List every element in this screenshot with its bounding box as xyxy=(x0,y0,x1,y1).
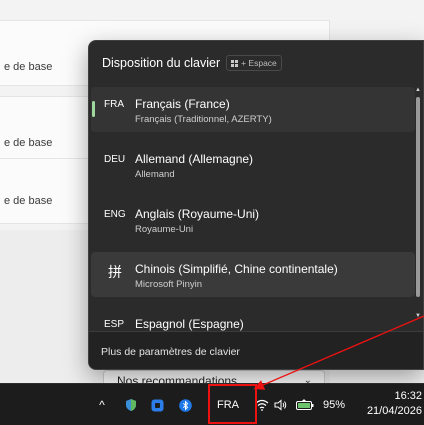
annotation-highlight-box xyxy=(208,384,257,424)
language-item-eng[interactable]: ENG Anglais (Royaume-Uni) Royaume-Uni xyxy=(91,197,415,242)
language-name: Chinois (Simplifié, Chine continentale) xyxy=(135,262,338,276)
language-layout: Allemand xyxy=(135,169,175,180)
selection-indicator xyxy=(92,101,95,117)
language-name: Français (France) xyxy=(135,97,230,111)
card-label: e de base xyxy=(4,61,53,73)
app-tray-icon[interactable] xyxy=(148,384,166,425)
keyboard-layout-flyout: Disposition du clavier + Espace FRA Fran… xyxy=(88,40,424,370)
battery-percentage: 95% xyxy=(318,384,350,425)
language-code: DEU xyxy=(104,154,126,165)
language-item-fra[interactable]: FRA Français (France) Français (Traditio… xyxy=(91,87,415,132)
card-label: e de base xyxy=(4,195,53,207)
volume-icon[interactable] xyxy=(271,384,291,425)
windows-key-icon xyxy=(231,59,239,67)
flyout-header: Disposition du clavier + Espace xyxy=(89,41,423,85)
language-code: FRA xyxy=(104,99,124,110)
show-hidden-icons-button[interactable]: ^ xyxy=(92,384,112,425)
shortcut-hint: + Espace xyxy=(226,55,282,71)
language-name: Anglais (Royaume-Uni) xyxy=(135,207,260,221)
card-label: e de base xyxy=(4,137,53,149)
scroll-thumb[interactable] xyxy=(416,97,420,297)
scroll-down-arrow-icon[interactable]: ▼ xyxy=(415,313,421,319)
shortcut-text: + Espace xyxy=(241,58,277,68)
language-item-deu[interactable]: DEU Allemand (Allemagne) Allemand xyxy=(91,142,415,187)
scroll-up-arrow-icon[interactable]: ▲ xyxy=(415,87,421,93)
pinyin-icon: 拼 xyxy=(108,264,122,280)
flyout-title: Disposition du clavier xyxy=(102,56,221,70)
language-name: Allemand (Allemagne) xyxy=(135,152,254,166)
language-layout: Royaume-Uni xyxy=(135,224,194,235)
bluetooth-icon[interactable] xyxy=(176,384,194,425)
battery-percentage-text: 95% xyxy=(322,399,346,411)
language-layout: Français (Traditionnel, AZERTY) xyxy=(135,114,272,125)
language-list-scrollbar[interactable]: ▲ ▼ xyxy=(415,87,421,327)
clock-date: 21/04/2026 xyxy=(366,405,422,417)
battery-icon[interactable] xyxy=(293,384,317,425)
language-name: Espagnol (Espagne) xyxy=(135,317,244,331)
security-shield-icon[interactable] xyxy=(122,384,140,425)
clock[interactable]: 16:32 21/04/2026 xyxy=(360,389,424,419)
more-keyboard-settings-link[interactable]: Plus de paramètres de clavier xyxy=(89,331,423,369)
language-item-chs[interactable]: 拼 Chinois (Simplifié, Chine continentale… xyxy=(91,252,415,297)
language-code: ESP xyxy=(104,319,125,330)
language-list: FRA Français (France) Français (Traditio… xyxy=(91,87,415,331)
clock-time: 16:32 xyxy=(394,390,422,402)
language-code: ENG xyxy=(104,209,126,220)
chevron-up-icon: ^ xyxy=(99,398,105,412)
language-layout: Microsoft Pinyin xyxy=(135,279,203,290)
